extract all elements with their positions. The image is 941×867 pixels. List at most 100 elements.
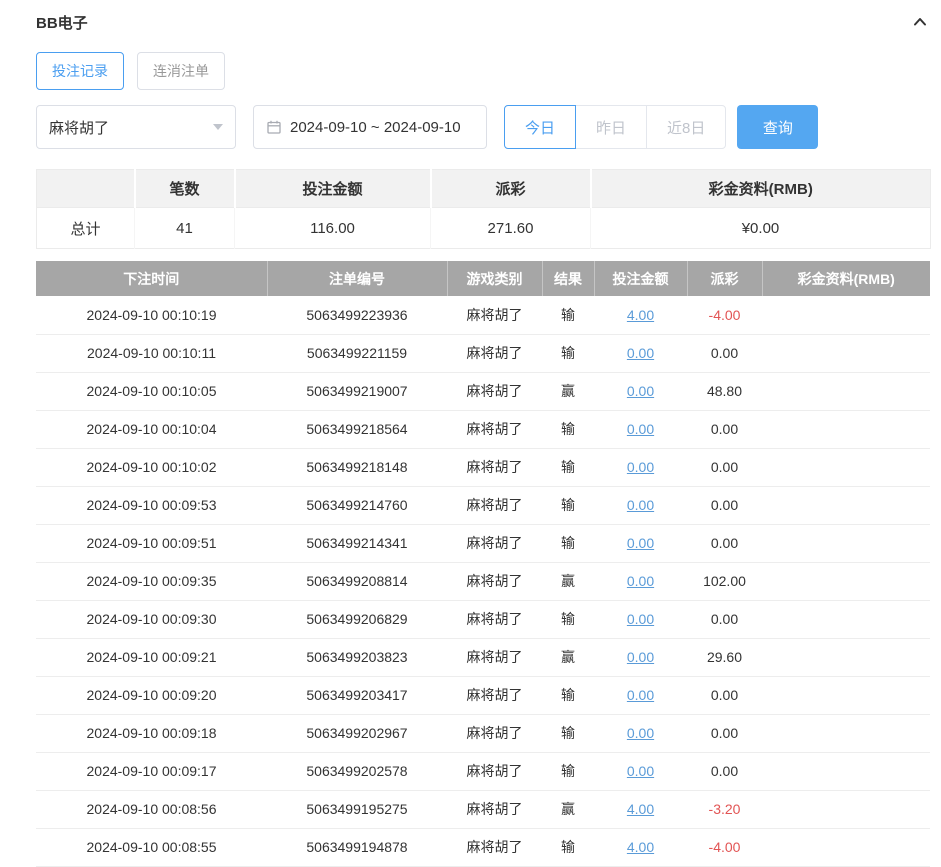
- header-bonus: 彩金资料(RMB): [762, 261, 930, 296]
- summary-header-row: 笔数 投注金额 派彩 彩金资料(RMB): [37, 170, 931, 208]
- cell-amount[interactable]: 0.00: [627, 459, 654, 475]
- cell-result: 输: [542, 676, 594, 714]
- cell-result: 输: [542, 828, 594, 866]
- date-range-input[interactable]: 2024-09-10 ~ 2024-09-10: [253, 105, 487, 149]
- cell-game: 麻将胡了: [447, 524, 542, 562]
- table-row: 2024-09-10 00:09:51 5063499214341 麻将胡了 输…: [36, 524, 930, 562]
- cell-time: 2024-09-10 00:08:56: [36, 790, 267, 828]
- cell-game: 麻将胡了: [447, 372, 542, 410]
- cell-bonus: [762, 600, 930, 638]
- header-payout: 派彩: [687, 261, 762, 296]
- game-select[interactable]: 麻将胡了: [36, 105, 236, 149]
- table-row: 2024-09-10 00:09:17 5063499202578 麻将胡了 输…: [36, 752, 930, 790]
- cell-amount[interactable]: 4.00: [627, 801, 654, 817]
- calendar-icon: [266, 119, 282, 135]
- quick-button-last-8-days[interactable]: 近8日: [646, 105, 726, 149]
- cell-bonus: [762, 334, 930, 372]
- summary-total-bet-amount: 116.00: [235, 208, 431, 249]
- cell-bet-id: 5063499208814: [267, 562, 447, 600]
- collapse-button[interactable]: [910, 12, 930, 32]
- quick-date-group: 今日 昨日 近8日: [504, 105, 726, 149]
- cell-amount[interactable]: 0.00: [627, 725, 654, 741]
- table-row: 2024-09-10 00:10:19 5063499223936 麻将胡了 输…: [36, 296, 930, 334]
- cell-time: 2024-09-10 00:09:20: [36, 676, 267, 714]
- cell-amount[interactable]: 0.00: [627, 535, 654, 551]
- cell-payout: 0.00: [687, 600, 762, 638]
- filter-bar: 麻将胡了 2024-09-10 ~ 2024-09-10 今日 昨日 近8日 查…: [36, 105, 930, 149]
- cell-time: 2024-09-10 00:09:18: [36, 714, 267, 752]
- cell-amount[interactable]: 0.00: [627, 763, 654, 779]
- cell-bet-id: 5063499206829: [267, 600, 447, 638]
- cell-amount[interactable]: 0.00: [627, 687, 654, 703]
- cell-amount[interactable]: 0.00: [627, 421, 654, 437]
- cell-result: 输: [542, 486, 594, 524]
- cell-amount[interactable]: 4.00: [627, 839, 654, 855]
- summary-header-bonus: 彩金资料(RMB): [591, 170, 931, 208]
- cell-result: 输: [542, 752, 594, 790]
- cell-time: 2024-09-10 00:09:51: [36, 524, 267, 562]
- cell-game: 麻将胡了: [447, 296, 542, 334]
- tab-cascade-bets[interactable]: 连消注单: [137, 52, 225, 90]
- cell-payout: -4.00: [687, 296, 762, 334]
- cell-time: 2024-09-10 00:10:11: [36, 334, 267, 372]
- table-row: 2024-09-10 00:10:05 5063499219007 麻将胡了 赢…: [36, 372, 930, 410]
- cell-bonus: [762, 638, 930, 676]
- chevron-up-icon: [912, 14, 928, 30]
- search-button[interactable]: 查询: [737, 105, 818, 149]
- cell-bonus: [762, 296, 930, 334]
- table-row: 2024-09-10 00:09:35 5063499208814 麻将胡了 赢…: [36, 562, 930, 600]
- date-range-value: 2024-09-10 ~ 2024-09-10: [290, 119, 461, 136]
- quick-button-yesterday[interactable]: 昨日: [575, 105, 647, 149]
- bet-records-panel: BB电子 投注记录 连消注单 麻将胡了: [0, 0, 941, 867]
- game-select-value: 麻将胡了: [49, 117, 109, 138]
- cell-bet-id: 5063499203823: [267, 638, 447, 676]
- cell-amount[interactable]: 0.00: [627, 573, 654, 589]
- cell-bonus: [762, 410, 930, 448]
- summary-total-bonus: ¥0.00: [591, 208, 931, 249]
- table-row: 2024-09-10 00:10:11 5063499221159 麻将胡了 输…: [36, 334, 930, 372]
- cell-game: 麻将胡了: [447, 600, 542, 638]
- cell-amount[interactable]: 0.00: [627, 383, 654, 399]
- cell-amount[interactable]: 0.00: [627, 649, 654, 665]
- cell-game: 麻将胡了: [447, 638, 542, 676]
- tab-bar: 投注记录 连消注单: [36, 52, 930, 90]
- cell-payout: 0.00: [687, 486, 762, 524]
- header-bet-time: 下注时间: [36, 261, 267, 296]
- cell-game: 麻将胡了: [447, 334, 542, 372]
- table-row: 2024-09-10 00:08:55 5063499194878 麻将胡了 输…: [36, 828, 930, 866]
- summary-total-count: 41: [135, 208, 235, 249]
- cell-game: 麻将胡了: [447, 676, 542, 714]
- cell-result: 赢: [542, 638, 594, 676]
- tab-bet-records[interactable]: 投注记录: [36, 52, 124, 90]
- cell-result: 输: [542, 524, 594, 562]
- cell-amount[interactable]: 0.00: [627, 497, 654, 513]
- table-row: 2024-09-10 00:10:04 5063499218564 麻将胡了 输…: [36, 410, 930, 448]
- cell-result: 输: [542, 714, 594, 752]
- cell-time: 2024-09-10 00:09:30: [36, 600, 267, 638]
- panel-header: BB电子: [36, 10, 930, 34]
- table-row: 2024-09-10 00:10:02 5063499218148 麻将胡了 输…: [36, 448, 930, 486]
- table-row: 2024-09-10 00:09:18 5063499202967 麻将胡了 输…: [36, 714, 930, 752]
- quick-button-today[interactable]: 今日: [504, 105, 576, 149]
- cell-payout: 0.00: [687, 448, 762, 486]
- cell-time: 2024-09-10 00:10:19: [36, 296, 267, 334]
- table-row: 2024-09-10 00:09:20 5063499203417 麻将胡了 输…: [36, 676, 930, 714]
- table-row: 2024-09-10 00:09:30 5063499206829 麻将胡了 输…: [36, 600, 930, 638]
- table-row: 2024-09-10 00:09:21 5063499203823 麻将胡了 赢…: [36, 638, 930, 676]
- cell-bonus: [762, 372, 930, 410]
- cell-amount[interactable]: 4.00: [627, 307, 654, 323]
- cell-result: 赢: [542, 790, 594, 828]
- cell-game: 麻将胡了: [447, 448, 542, 486]
- cell-bet-id: 5063499194878: [267, 828, 447, 866]
- cell-amount[interactable]: 0.00: [627, 345, 654, 361]
- cell-result: 输: [542, 600, 594, 638]
- cell-payout: 29.60: [687, 638, 762, 676]
- cell-bet-id: 5063499202967: [267, 714, 447, 752]
- cell-payout: 0.00: [687, 676, 762, 714]
- cell-payout: -4.00: [687, 828, 762, 866]
- page-title: BB电子: [36, 12, 88, 33]
- summary-header-payout: 派彩: [431, 170, 591, 208]
- cell-bonus: [762, 828, 930, 866]
- cell-amount[interactable]: 0.00: [627, 611, 654, 627]
- cell-game: 麻将胡了: [447, 562, 542, 600]
